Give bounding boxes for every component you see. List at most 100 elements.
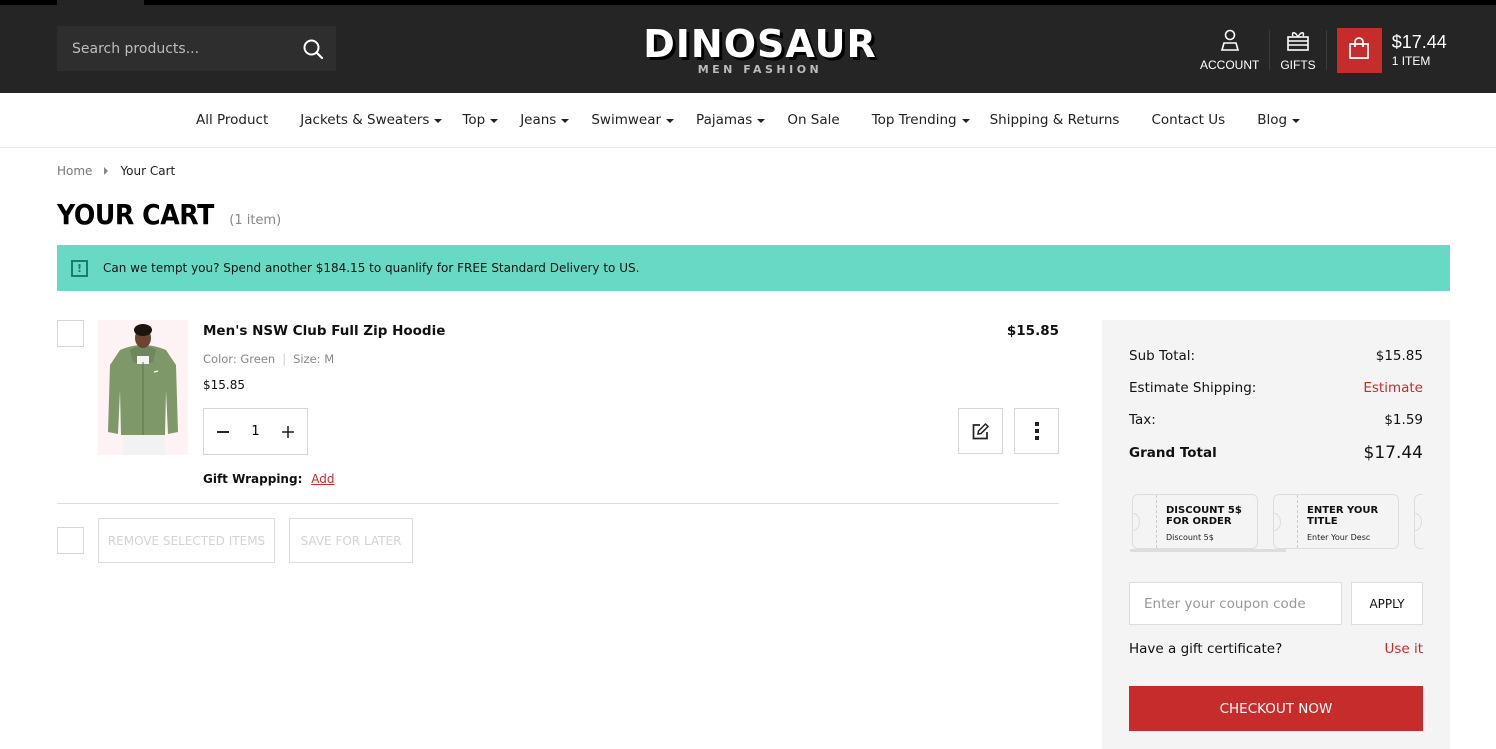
caret-down-icon <box>757 119 766 123</box>
coupon-card[interactable]: DISCOUNT 5$ FOR ORDER Discount 5$ <box>1132 494 1258 549</box>
nav-swimwear[interactable]: Swimwear <box>585 112 690 128</box>
save-for-later-button[interactable]: SAVE FOR LATER <box>289 518 413 563</box>
nav-blog[interactable]: Blog <box>1241 112 1316 128</box>
product-name[interactable]: Men's NSW Club Full Zip Hoodie <box>203 323 445 339</box>
coupon-carousel: DISCOUNT 5$ FOR ORDER Discount 5$ ENTER … <box>1130 493 1423 555</box>
alert-icon: ! <box>71 259 88 277</box>
cart-count: 1 ITEM <box>1391 54 1431 68</box>
alert-text: Can we tempt you? Spend another $184.15 … <box>103 261 640 275</box>
estimate-shipping-link[interactable]: Estimate <box>1363 380 1423 396</box>
product-image[interactable] <box>98 320 188 455</box>
header-actions: ACCOUNT GIFTS $17.44 1 ITEM <box>1190 25 1447 75</box>
nav-label: On Sale <box>787 112 840 128</box>
item-divider <box>57 503 1059 504</box>
plus-icon <box>282 425 294 438</box>
shopping-bag-icon <box>1347 36 1371 65</box>
nav-label: Jeans <box>520 112 557 128</box>
add-gift-wrapping-link[interactable]: Add <box>311 472 334 486</box>
search-input[interactable] <box>57 40 287 57</box>
nav-label: Swimwear <box>591 112 662 128</box>
gifts-label: GIFTS <box>1280 57 1316 72</box>
search-bar <box>57 26 336 71</box>
size-value: M <box>324 352 335 366</box>
coupon-desc: Enter Your Desc <box>1307 533 1371 542</box>
color-value: Green <box>240 352 276 366</box>
header-divider <box>1325 30 1327 70</box>
nav-contact-us[interactable]: Contact Us <box>1135 112 1241 128</box>
gift-certificate-text: Have a gift certificate? <box>1129 641 1283 657</box>
nav-on-sale[interactable]: On Sale <box>781 112 855 128</box>
grand-total-label: Grand Total <box>1129 445 1217 461</box>
coupon-card[interactable]: ENTER YOUR TITLE Enter Your Desc <box>1273 494 1399 549</box>
subtotal-label: Sub Total: <box>1129 348 1196 364</box>
nav-shipping-returns[interactable]: Shipping & Returns <box>986 112 1136 128</box>
shipping-row: Estimate Shipping: Estimate <box>1129 380 1423 396</box>
more-vertical-icon <box>1034 422 1039 440</box>
page-title: YOUR CART (1 item) <box>57 198 281 231</box>
checkout-button[interactable]: CHECKOUT NOW <box>1129 686 1423 731</box>
nav-jackets-sweaters[interactable]: Jackets & Sweaters <box>284 112 458 128</box>
increase-quantity-button[interactable] <box>279 423 297 441</box>
coupon-title: DISCOUNT 5$ FOR ORDER <box>1166 505 1242 527</box>
search-icon[interactable] <box>302 38 324 60</box>
coupon-title: ENTER YOUR TITLE <box>1307 505 1379 527</box>
nav-top[interactable]: Top <box>458 112 514 128</box>
nav-label: Contact Us <box>1151 112 1226 128</box>
remove-selected-button[interactable]: REMOVE SELECTED ITEMS <box>98 518 275 563</box>
page-heading: YOUR CART <box>57 198 214 231</box>
gift-wrapping: Gift Wrapping: Add <box>203 472 334 486</box>
grand-total-value: $17.44 <box>1363 443 1423 463</box>
coupon-perforation <box>1156 495 1157 548</box>
tax-label: Tax: <box>1129 412 1156 428</box>
coupon-notch <box>1415 513 1422 531</box>
nav-label: All Product <box>195 112 269 128</box>
cart-summary[interactable]: $17.44 1 ITEM <box>1392 32 1447 68</box>
tax-value: $1.59 <box>1384 412 1423 428</box>
coupon-card[interactable] <box>1414 494 1423 549</box>
user-icon <box>1219 29 1241 58</box>
options-separator: | <box>282 352 287 366</box>
breadcrumb: Home Your Cart <box>57 164 175 178</box>
order-summary: Sub Total: $15.85 Estimate Shipping: Est… <box>1102 320 1450 749</box>
site-logo[interactable]: DINOSAUR MEN FASHION <box>640 23 880 76</box>
breadcrumb-home[interactable]: Home <box>57 164 92 178</box>
cart-button[interactable] <box>1336 27 1382 73</box>
quantity-input[interactable] <box>240 424 271 439</box>
item-select-checkbox[interactable] <box>57 320 84 347</box>
apply-coupon-button[interactable]: APPLY <box>1351 582 1423 625</box>
gift-certificate-row: Have a gift certificate? Use it <box>1129 641 1423 657</box>
nav-top-trending[interactable]: Top Trending <box>856 112 986 128</box>
size-label: Size: <box>293 352 321 366</box>
coupon-notch <box>1274 513 1281 531</box>
coupon-code-input[interactable] <box>1129 582 1342 625</box>
more-options-button[interactable] <box>1014 408 1059 454</box>
site-header: DINOSAUR MEN FASHION ACCOUNT GIFTS $17.4… <box>0 5 1496 93</box>
free-shipping-alert: ! Can we tempt you? Spend another $184.1… <box>57 245 1450 291</box>
nav-label: Top Trending <box>871 112 957 128</box>
decrease-quantity-button[interactable] <box>214 423 232 441</box>
account-link[interactable]: ACCOUNT <box>1190 29 1269 72</box>
gifts-link[interactable]: GIFTS <box>1270 29 1325 72</box>
edit-icon <box>972 422 989 440</box>
nav-all-product[interactable]: All Product <box>180 112 284 128</box>
use-gift-certificate-link[interactable]: Use it <box>1384 641 1423 657</box>
grand-total-row: Grand Total $17.44 <box>1129 443 1423 463</box>
select-all-checkbox[interactable] <box>57 527 84 554</box>
edit-item-button[interactable] <box>958 408 1003 454</box>
cart-total: $17.44 <box>1391 32 1447 52</box>
coupon-perforation <box>1297 495 1298 548</box>
nav-pajamas[interactable]: Pajamas <box>690 112 781 128</box>
caret-down-icon <box>961 119 970 123</box>
nav-jeans[interactable]: Jeans <box>514 112 585 128</box>
coupon-notch <box>1133 513 1140 531</box>
product-options: Color: Green | Size: M <box>203 352 334 366</box>
gift-wrapping-label: Gift Wrapping: <box>203 472 303 486</box>
color-label: Color: <box>203 352 237 366</box>
quantity-stepper <box>203 408 308 455</box>
coupon-scrollbar[interactable] <box>1130 549 1286 552</box>
caret-right-icon <box>104 167 109 175</box>
subtotal-value: $15.85 <box>1375 348 1423 364</box>
caret-down-icon <box>666 119 675 123</box>
item-count: (1 item) <box>229 213 282 228</box>
nav-label: Shipping & Returns <box>989 112 1120 128</box>
